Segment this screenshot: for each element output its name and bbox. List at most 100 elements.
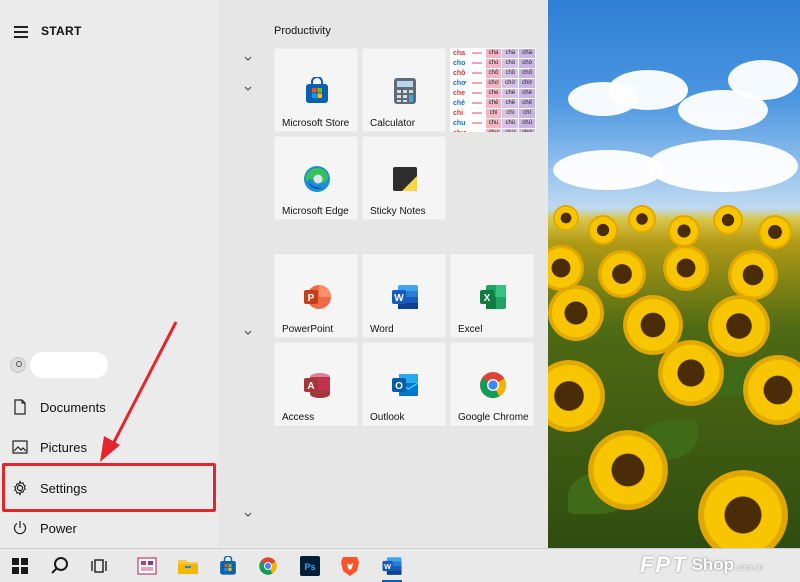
tile-word[interactable]: W Word — [362, 254, 446, 338]
photo-tile-row: chô chô chồ chố — [450, 68, 536, 78]
brave-icon[interactable] — [338, 554, 362, 578]
photo-tile-dash — [471, 62, 482, 64]
store-icon — [302, 76, 332, 106]
task-view-icon[interactable] — [88, 554, 112, 578]
powerpoint-icon: P — [302, 282, 332, 312]
photo-tile-cell: chò — [502, 58, 519, 68]
photo-tile-word: cha — [453, 49, 466, 57]
user-account[interactable] — [10, 352, 210, 378]
outlook-icon: O — [390, 370, 420, 400]
photoshop-icon[interactable]: Ps — [298, 554, 322, 578]
photo-tile-word: cho — [453, 59, 466, 67]
edge-icon — [302, 164, 332, 194]
photo-tile-cell: chu — [485, 118, 502, 128]
tile-sticky-notes[interactable]: Sticky Notes — [362, 136, 446, 220]
file-explorer-icon[interactable] — [176, 554, 200, 578]
nav-pictures-label: Pictures — [40, 439, 87, 455]
snip-icon[interactable] — [135, 554, 159, 578]
photo-tile-word: chê — [453, 99, 466, 107]
chevron-down-icon[interactable] — [243, 328, 253, 338]
photo-tile-row: chu chu chù chú — [450, 118, 536, 128]
photo-tile-cell: chô — [485, 68, 502, 78]
tile-google-chrome[interactable]: Google Chrome — [450, 342, 534, 426]
photo-tile-word: chư — [450, 130, 472, 133]
search-icon[interactable] — [48, 554, 72, 578]
tile-label: Microsoft Edge — [282, 206, 349, 217]
nav-documents[interactable]: Documents — [0, 387, 218, 427]
excel-icon: X — [478, 282, 508, 312]
tile-powerpoint[interactable]: P PowerPoint — [274, 254, 358, 338]
windows-start-icon[interactable] — [8, 554, 32, 578]
tile-label: Calculator — [370, 118, 416, 129]
photo-tile-cell: chú — [519, 118, 536, 128]
photo-tile-row: cho cho chò chó — [450, 58, 536, 68]
tile-photo-preview[interactable]: cha cha chà chá cho cho chò chó chô chô chồ chố chơ c… — [450, 48, 536, 132]
photo-tile-word: chô — [453, 69, 466, 77]
tile-label: Google Chrome — [458, 412, 529, 423]
tile-label: Excel — [458, 324, 483, 335]
user-icon — [10, 357, 26, 373]
group-title-productivity: Productivity — [274, 25, 331, 37]
nav-documents-label: Documents — [40, 399, 106, 415]
photo-tile-cell: chù — [502, 118, 519, 128]
photo-tile-cell: chờ — [502, 78, 519, 88]
photo-tile-dash — [471, 122, 482, 124]
photo-tile-row: che che chè ché — [450, 88, 536, 98]
photo-tile-cell: chừ — [502, 128, 519, 132]
access-icon: A — [302, 370, 332, 400]
chevron-down-icon[interactable] — [243, 54, 253, 64]
pictures-icon — [0, 440, 40, 454]
photo-tile-cell: chá — [519, 48, 536, 58]
photo-tile-cell: chè — [502, 88, 519, 98]
nav-power[interactable]: Power — [0, 508, 218, 548]
tile-label: PowerPoint — [282, 324, 334, 335]
store-taskbar-icon[interactable] — [216, 554, 240, 578]
tile-excel[interactable]: X Excel — [450, 254, 534, 338]
tile-label: Sticky Notes — [370, 206, 426, 217]
photo-tile-dash — [471, 102, 482, 104]
photo-tile-cell: chứ — [519, 128, 536, 132]
tile-outlook[interactable]: O Outlook — [362, 342, 446, 426]
settings-highlight-box — [2, 463, 216, 512]
watermark-shop: Shop — [691, 555, 735, 574]
photo-tile-cell: chơ — [485, 78, 502, 88]
svg-text:O: O — [395, 381, 403, 392]
tile-access[interactable]: A Access — [274, 342, 358, 426]
chevron-down-icon[interactable] — [243, 510, 253, 520]
watermark-domain: .com.vn — [735, 562, 764, 572]
photo-tile-cell: chà — [502, 48, 519, 58]
photo-tile-row: chi chi chì chí — [450, 108, 536, 118]
tile-calculator[interactable]: Calculator — [362, 48, 446, 132]
photo-tile-cell: chề — [502, 98, 519, 108]
tile-label: Access — [282, 412, 315, 423]
photo-tile-cell: chồ — [502, 68, 519, 78]
photo-tile-cell: chi — [485, 108, 502, 118]
tile-microsoft-edge[interactable]: Microsoft Edge — [274, 136, 358, 220]
photo-tile-dash — [471, 92, 482, 94]
photo-tile-row: chê chê chề chế — [450, 98, 536, 108]
start-title: START — [41, 24, 82, 38]
photo-tile-cell: chó — [519, 58, 536, 68]
chevron-down-icon[interactable] — [243, 84, 253, 94]
photo-tile-dash — [471, 82, 482, 84]
photo-tile-cell: ché — [519, 88, 536, 98]
photo-tile-dash — [471, 72, 482, 74]
photo-tile-word: chơ — [453, 79, 467, 87]
photo-tile-cell: chế — [519, 98, 536, 108]
photo-tile-cell: chố — [519, 68, 536, 78]
photo-tile-row: chơ chơ chờ chớ — [450, 78, 536, 88]
chrome-taskbar-icon[interactable] — [256, 554, 280, 578]
photo-tile-row: cha cha chà chá — [450, 48, 536, 58]
photo-tile-dash — [471, 112, 482, 114]
photo-tile-word: che — [453, 89, 466, 97]
fpt-shop-watermark: FPT Shop .com.vn — [640, 548, 800, 582]
hamburger-menu-icon[interactable] — [14, 26, 28, 41]
user-name-redacted — [30, 352, 108, 378]
svg-text:W: W — [384, 562, 391, 571]
svg-text:X: X — [484, 293, 491, 304]
nav-pictures[interactable]: Pictures — [0, 427, 218, 467]
photo-tile-cell: chư — [485, 128, 502, 132]
tile-microsoft-store[interactable]: Microsoft Store — [274, 48, 358, 132]
tile-label: Microsoft Store — [282, 118, 350, 129]
word-taskbar-icon[interactable]: W — [380, 554, 404, 578]
